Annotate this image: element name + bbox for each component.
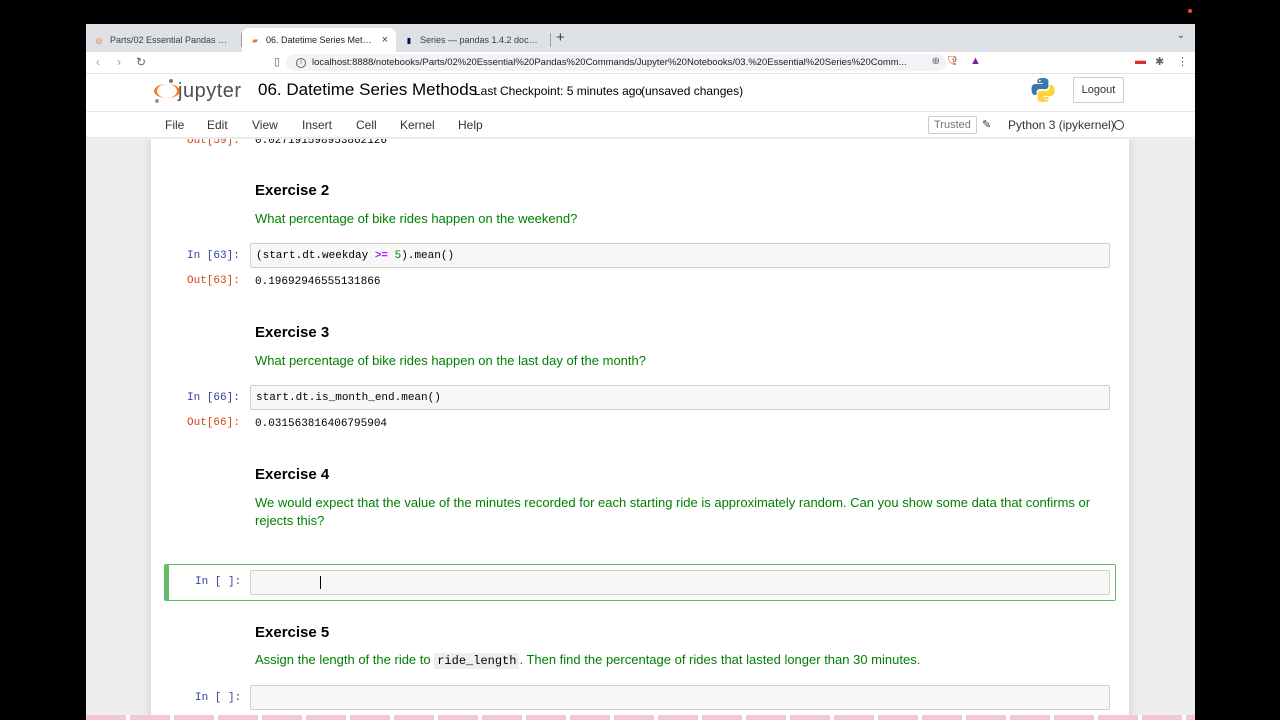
- code-cell-input[interactable]: (start.dt.weekday >= 5).mean(): [250, 243, 1110, 268]
- exercise-text: We would expect that the value of the mi…: [255, 495, 1091, 528]
- input-prompt: In [ ]:: [195, 576, 242, 588]
- book-favicon-icon: ▰: [251, 35, 259, 45]
- jupyter-logo[interactable]: jupyter: [154, 78, 242, 104]
- jupyter-favicon-icon: ◎: [95, 35, 103, 45]
- inline-code: ride_length: [434, 653, 520, 669]
- code-cell-input[interactable]: start.dt.is_month_end.mean(): [250, 385, 1110, 410]
- menu-kernel[interactable]: Kernel: [400, 118, 435, 132]
- reload-icon[interactable]: ↻: [136, 55, 146, 69]
- brave-rewards-icon[interactable]: ▲: [970, 55, 981, 67]
- notebook-area[interactable]: Out[59]: 0.027191598953862126 Exercise 2…: [86, 139, 1195, 720]
- browser-tab-pandas-commands[interactable]: ◎ Parts/02 Essential Pandas Comman: [86, 28, 240, 52]
- menu-file[interactable]: File: [165, 118, 184, 132]
- exercise-heading: Exercise 3: [255, 324, 330, 341]
- menu-cell[interactable]: Cell: [356, 118, 377, 132]
- unsaved-indicator: (unsaved changes): [641, 84, 744, 98]
- output-prompt: Out[63]:: [187, 275, 240, 287]
- checkpoint-status: Last Checkpoint: 5 minutes ago: [474, 84, 643, 98]
- menu-view[interactable]: View: [252, 118, 278, 132]
- cell-output: 0.19692946555131866: [255, 276, 381, 288]
- tab-divider: [550, 33, 551, 47]
- python-logo-icon: [1031, 78, 1055, 102]
- jupyter-orb-icon: [154, 78, 180, 104]
- notebook-menubar: File Edit View Insert Cell Kernel Help T…: [86, 111, 1195, 138]
- new-tab-button[interactable]: +: [556, 29, 565, 46]
- input-prompt: In [63]:: [187, 250, 240, 262]
- output-prompt: Out[66]:: [187, 417, 240, 429]
- puzzle-icon[interactable]: ✱: [1155, 55, 1164, 68]
- menu-edit[interactable]: Edit: [207, 118, 228, 132]
- menu-insert[interactable]: Insert: [302, 118, 332, 132]
- input-prompt: In [ ]:: [195, 692, 242, 704]
- zoom-icon[interactable]: ⊕: [932, 56, 940, 67]
- kernel-idle-indicator-icon: [1114, 120, 1124, 130]
- address-bar[interactable]: i localhost:8888/notebooks/Parts/02%20Es…: [286, 54, 946, 71]
- exercise-heading: Exercise 4: [255, 466, 330, 483]
- pandas-favicon-icon: ▮: [406, 35, 412, 45]
- tab-search-chevron-icon[interactable]: ⌄: [1177, 30, 1185, 41]
- forward-arrow-icon[interactable]: ›: [117, 55, 121, 69]
- extension-dot: [1188, 9, 1192, 13]
- browser-toolbar: ‹ › ↻ ▯ i localhost:8888/notebooks/Parts…: [86, 52, 1195, 74]
- trusted-badge[interactable]: Trusted: [928, 116, 977, 134]
- exercise-text: What percentage of bike rides happen on …: [255, 211, 578, 226]
- cell-output: 0.027191598953862126: [255, 139, 388, 147]
- cell-output: 0.031563816406795904: [255, 418, 388, 430]
- tab-strip: ◎ Parts/02 Essential Pandas Comman ▰ 06.…: [86, 24, 1195, 52]
- menu-help[interactable]: Help: [458, 118, 483, 132]
- extension-icon[interactable]: ▬: [1135, 55, 1146, 67]
- brave-shield-icon[interactable]: ⛉: [948, 55, 956, 68]
- exercise-heading: Exercise 5: [255, 624, 330, 641]
- pencil-icon[interactable]: ✎: [982, 118, 991, 131]
- bookmark-icon[interactable]: ▯: [274, 55, 280, 68]
- exercise-heading: Exercise 2: [255, 182, 330, 199]
- tab-divider: [241, 33, 242, 47]
- output-prompt: Out[59]:: [187, 139, 240, 147]
- browser-menu-icon[interactable]: ⋮: [1177, 55, 1188, 68]
- notebook-page: Out[59]: 0.027191598953862126 Exercise 2…: [151, 139, 1129, 720]
- exercise-text: Assign the length of the ride to ride_le…: [255, 652, 921, 669]
- exercise-text: What percentage of bike rides happen on …: [255, 353, 646, 368]
- close-icon[interactable]: ×: [382, 34, 388, 46]
- text-cursor: [320, 576, 321, 589]
- input-prompt: In [66]:: [187, 392, 240, 404]
- bottom-strip: [86, 715, 1195, 720]
- code-cell-input[interactable]: [250, 685, 1110, 710]
- browser-tab-pandas-docs[interactable]: ▮ Series — pandas 1.4.2 documentati: [396, 28, 550, 52]
- browser-tab-datetime-methods[interactable]: ▰ 06. Datetime Series Methods - ×: [242, 28, 396, 52]
- logout-button[interactable]: Logout: [1073, 77, 1124, 103]
- site-info-icon[interactable]: i: [296, 57, 306, 68]
- notebook-title[interactable]: 06. Datetime Series Methods: [258, 80, 477, 100]
- browser-window: ◎ Parts/02 Essential Pandas Comman ▰ 06.…: [86, 24, 1195, 720]
- active-code-cell-input[interactable]: [250, 570, 1110, 595]
- kernel-name[interactable]: Python 3 (ipykernel): [1008, 118, 1115, 132]
- back-arrow-icon[interactable]: ‹: [96, 55, 100, 69]
